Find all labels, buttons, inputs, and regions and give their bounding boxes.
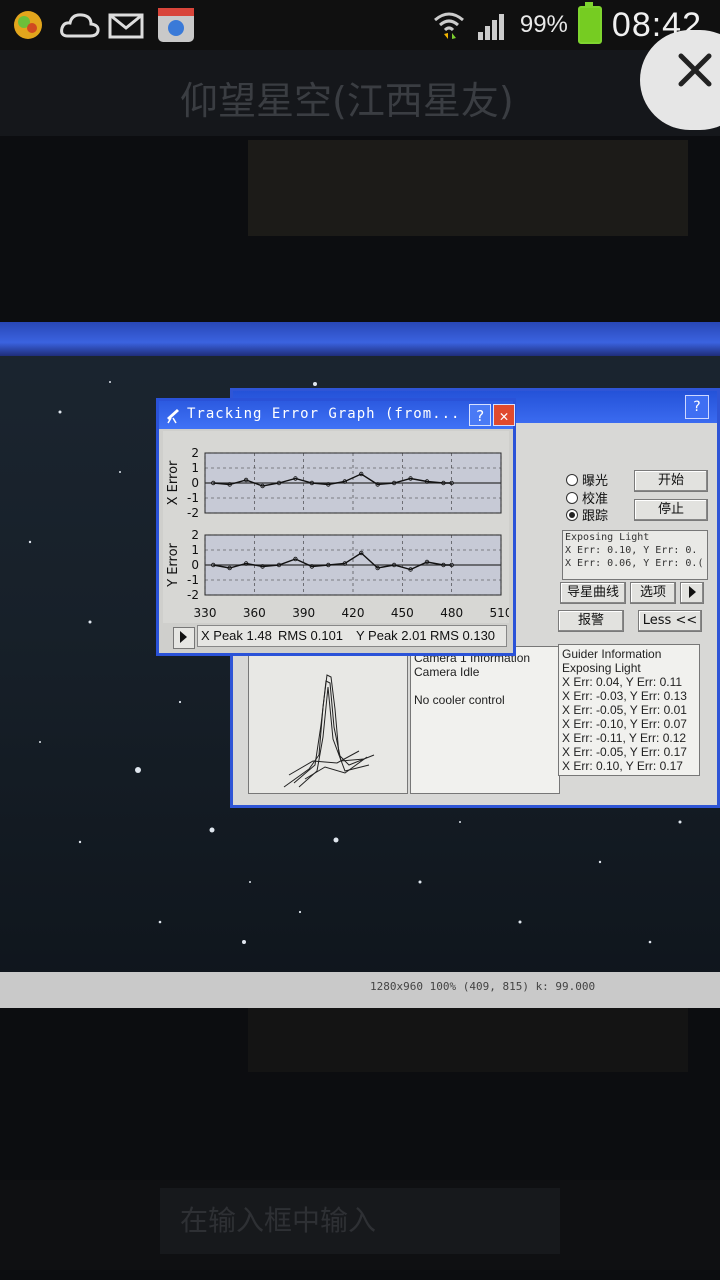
x-tick-label: 510 (490, 606, 509, 620)
guider-error-line: X Err: -0.03, Y Err: 0.13 (562, 689, 687, 703)
guider-error-line: X Err: -0.05, Y Err: 0.01 (562, 703, 687, 717)
y-peak: Y Peak 2.01 (356, 628, 427, 643)
status-bar: 99% 08:42 (0, 0, 720, 50)
camera-status: Camera Idle (414, 665, 480, 679)
status-line: Exposing Light (565, 532, 650, 543)
guider-info-content: Guider Information Exposing Light X Err:… (559, 645, 699, 775)
guider-error-line: X Err: -0.11, Y Err: 0.12 (562, 731, 687, 745)
guider-status: Exposing Light (562, 661, 641, 675)
expand-arrow-button[interactable] (680, 582, 704, 604)
x-tick-label: 450 (391, 606, 414, 620)
star-profile-plot (283, 674, 375, 788)
guider-error-line: X Err: 0.04, Y Err: 0.11 (562, 675, 683, 689)
y-tick-label: -2 (187, 588, 199, 602)
guider-info-title: Guider Information (562, 647, 662, 661)
tracking-error-charts: 210-1-2X Error210-1-2Y Error330 360 390 420… (166, 446, 512, 620)
tracking-window-title-bar[interactable]: Tracking Error Graph (from... ? ✕ (159, 401, 515, 429)
play-button[interactable] (173, 627, 195, 649)
wifi-icon (433, 12, 464, 39)
guider-info-panel: Guider Information Exposing Light X Err:… (558, 644, 700, 776)
cloud-icon (60, 13, 100, 38)
camera-info-content: Camera 1 Information Camera Idle No cool… (411, 647, 559, 711)
y-tick-label: 2 (191, 446, 199, 460)
x-tick-label: 390 (292, 606, 315, 620)
x-peak: X Peak 1.48 (201, 628, 272, 643)
tracking-error-window: Tracking Error Graph (from... ? ✕ 2 1 0 -1-… (156, 398, 516, 656)
mail-icon (108, 13, 144, 39)
guide-curve-button[interactable]: 导星曲线 (560, 582, 626, 604)
message-input[interactable]: 在输入框中输入 (160, 1188, 560, 1254)
guider-error-line: X Err: -0.10, Y Err: 0.07 (562, 717, 687, 731)
y-tick-label: 2 (191, 528, 199, 542)
tracking-window-title: Tracking Error Graph (from... (187, 406, 461, 422)
play-arrow-icon (180, 631, 187, 643)
radio-icon (566, 491, 578, 504)
radio-label: 曝光 (582, 474, 609, 489)
tracking-stats-bar: X Peak 1.48 RMS 0.101 Y Peak 2.01 RMS 0.… (197, 625, 507, 647)
y-tick-label: 0 (191, 476, 199, 490)
close-button[interactable]: ✕ (493, 404, 515, 426)
axis-label: Y Error (166, 542, 181, 587)
close-icon (678, 53, 712, 87)
radio-track[interactable]: 跟踪 (566, 505, 608, 524)
x-tick-label: 360 (243, 606, 266, 620)
chat-title: 仰望星空(江西星友) (180, 79, 514, 123)
y-tick-label: 0 (191, 558, 199, 572)
exposing-status-box: Exposing Light X Err: 0.10, Y Err: 0. X … (562, 530, 708, 580)
screen-status-bar (0, 972, 720, 1008)
y-tick-label: -1 (187, 491, 199, 505)
signal-icon (477, 14, 504, 40)
y-rms: RMS 0.130 (430, 628, 496, 643)
radio-expose[interactable]: 曝光 (566, 470, 608, 489)
battery-percent: 99% (519, 11, 568, 38)
image-thumbnail (248, 140, 688, 236)
screen-status-text: 1280x960 100% (409, 815) k: 99.000 (370, 980, 596, 993)
help-button[interactable]: ? (469, 404, 491, 426)
x-tick-label: 330 (194, 606, 217, 620)
guider-error-line: X Err: -0.05, Y Err: 0.17 (562, 745, 687, 759)
start-button[interactable]: 开始 (634, 470, 708, 492)
x-tick-label: 420 (342, 606, 365, 620)
cooler-status: No cooler control (414, 693, 505, 707)
status-line: X Err: 0.10, Y Err: 0. (565, 545, 698, 556)
stop-button[interactable]: 停止 (634, 499, 708, 521)
image-thumbnail (248, 1008, 688, 1072)
y-tick-label: -1 (187, 573, 199, 587)
battery-icon (577, 2, 602, 44)
x-rms: RMS 0.101 (278, 628, 344, 643)
x-tick-label: 480 (440, 606, 463, 620)
telescope-icon (167, 409, 179, 424)
play-arrow-icon (689, 586, 696, 598)
y-tick-label: 1 (191, 543, 199, 557)
axis-label: X Error (166, 460, 181, 505)
status-line: X Err: 0.06, Y Err: 0.( (565, 558, 704, 569)
camera-info-panel: Camera 1 Information Camera Idle No cool… (410, 646, 560, 794)
guider-error-line: X Err: 0.10, Y Err: 0.17 (562, 759, 683, 773)
star-profile-panel (248, 646, 408, 794)
phone-app-icon (158, 8, 194, 42)
less-button[interactable]: Less << (638, 610, 702, 632)
y-tick-label: -2 (187, 506, 199, 520)
app-icon (14, 11, 42, 39)
radio-label: 跟踪 (582, 509, 609, 524)
radio-icon (566, 508, 578, 521)
radio-icon (566, 473, 578, 486)
tracking-graph-panel: 2 1 0 -1 -2 X Error 2 1 0 -1 -2 Y Error 330 360 390 420… (163, 431, 512, 623)
help-button[interactable]: ? (685, 395, 709, 419)
options-button[interactable]: 选项 (630, 582, 676, 604)
alarm-button[interactable]: 报警 (558, 610, 624, 632)
y-tick-label: 1 (191, 461, 199, 475)
